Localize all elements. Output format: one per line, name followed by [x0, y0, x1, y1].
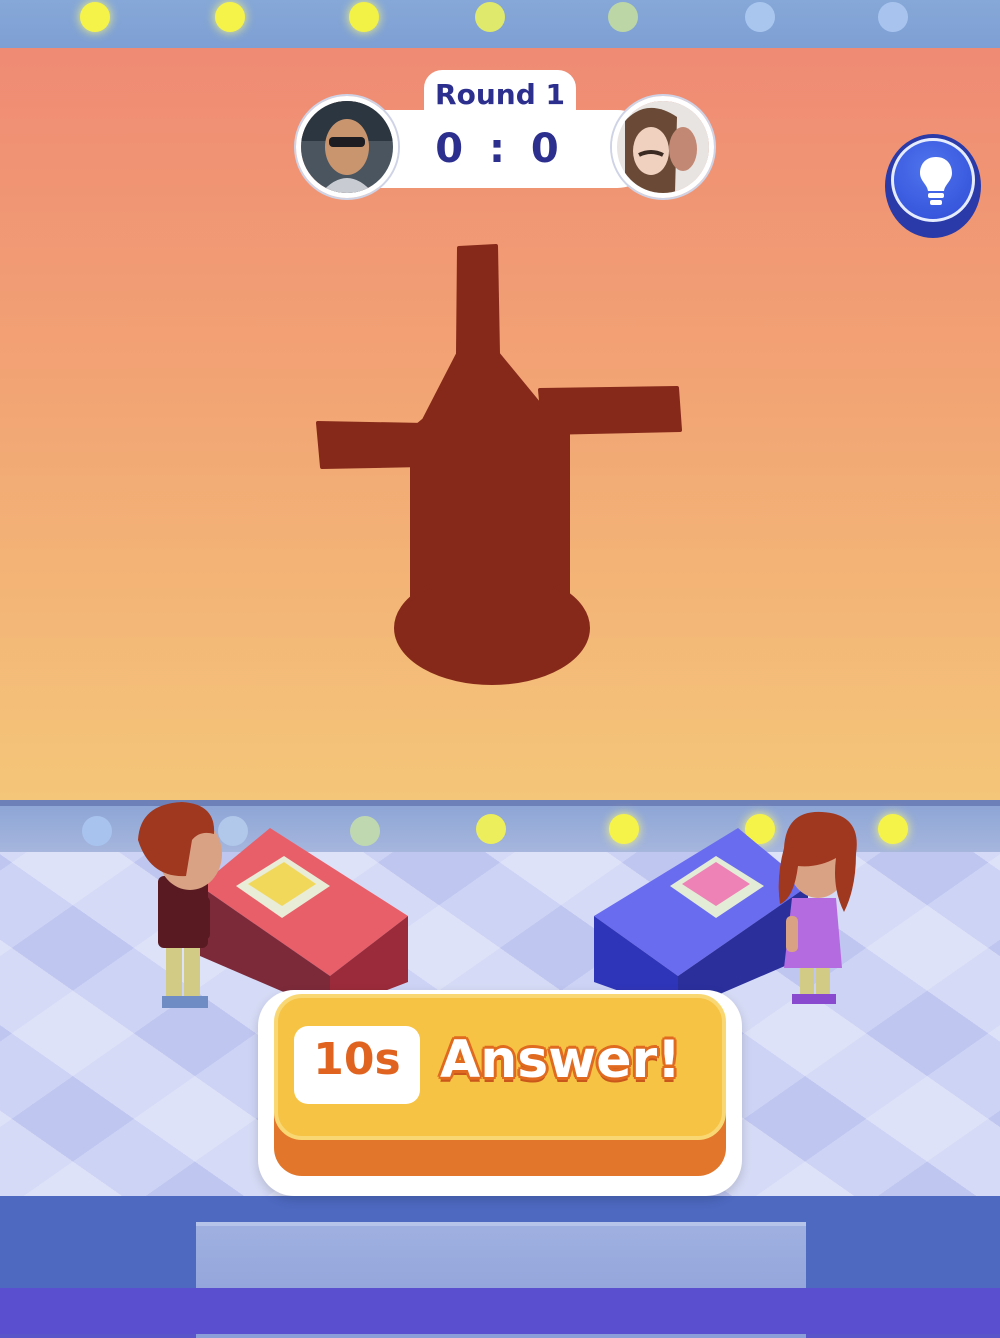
windmill-silhouette [316, 244, 682, 685]
player-left-character [138, 802, 222, 1008]
hint-button[interactable] [885, 134, 981, 238]
stage-light-icon [476, 814, 506, 844]
player-right-buzzer[interactable] [672, 856, 752, 916]
stage-bottom [0, 1288, 1000, 1334]
stage-light-icon [349, 2, 379, 32]
stage-light-icon [745, 2, 775, 32]
countdown-timer: 10s [313, 1034, 401, 1085]
answer-button-label: Answer! [440, 1030, 681, 1090]
player-right-avatar [612, 96, 714, 198]
stage-light-icon [80, 2, 110, 32]
stage-light-icon [608, 2, 638, 32]
player-left-buzzer[interactable] [248, 856, 328, 916]
stage-light-icon [215, 2, 245, 32]
top-light-strip [0, 0, 1000, 54]
lightbulb-icon [920, 157, 952, 205]
stage-light-icon [475, 2, 505, 32]
player-left-avatar [296, 96, 398, 198]
stage-light-icon [82, 816, 112, 846]
round-label: Round 1 [435, 78, 565, 111]
player-right-character [778, 811, 857, 1004]
hint-button-face [891, 138, 975, 222]
score-display: 0 : 0 [435, 126, 565, 172]
stage-light-icon [878, 814, 908, 844]
stage-light-icon [878, 2, 908, 32]
